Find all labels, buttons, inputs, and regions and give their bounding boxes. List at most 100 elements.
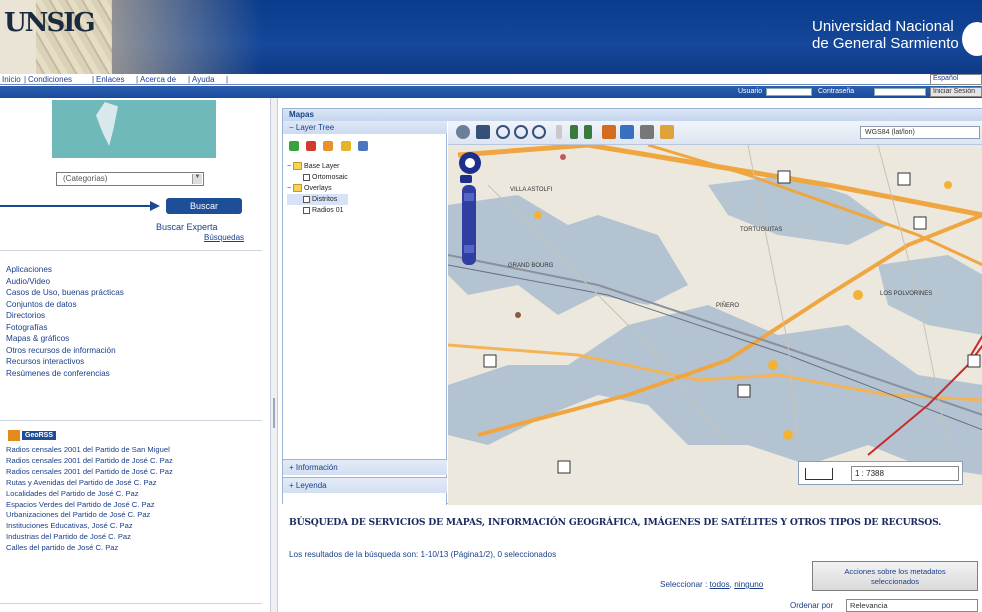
folder-icon [293,184,303,193]
minimap-land [96,102,118,146]
username-input[interactable] [766,88,812,96]
nav-sep: | [188,75,191,84]
nav-item-acerca[interactable]: Acerca de [140,75,176,84]
panel-splitter[interactable] [270,98,278,612]
measure-icon[interactable] [620,125,634,139]
layer-tree-title: Layer Tree [295,123,335,132]
splitter-handle[interactable] [273,398,275,428]
category-link[interactable]: Recursos interactivos [6,356,124,368]
nav-item-condiciones[interactable]: Condiciones [28,75,72,84]
language-select[interactable]: Español [930,74,982,85]
map-viewport[interactable]: WGS84 (lat/lon) VILLA ASTOLFI TORTUGUITA… [448,121,982,505]
region-minimap[interactable] [52,100,216,158]
remove-layer-icon[interactable] [306,141,317,151]
info-tab-label: Información [295,463,338,472]
export-icon[interactable] [660,125,674,139]
tree-node-ortho[interactable]: Ortomosaic [287,172,348,183]
georss-badge[interactable]: GeoRSS [8,430,57,442]
resource-link[interactable]: Localidades del Partido de José C. Paz [6,489,173,500]
zoom-box-icon[interactable] [532,125,546,139]
layer-properties-icon[interactable] [323,141,334,151]
site-header: UNSIG Universidad Nacional de General Sa… [0,0,982,74]
metadata-actions-line-1: Acciones sobre los metadatos [844,567,946,576]
map-label: VILLA ASTOLFI [510,187,553,193]
resource-link[interactable]: Urbanizaciones del Partido de José C. Pa… [6,510,173,521]
order-label: Ordenar por [790,601,834,610]
maps-panel: Mapas − Layer Tree − Base Layer Ortomosa… [282,108,982,505]
order-select[interactable]: Relevancia [846,599,978,612]
nav-sep: | [226,75,229,84]
category-link[interactable]: Mapas & gráficos [6,333,124,345]
identify-icon[interactable] [602,125,616,139]
category-list: Aplicaciones Audio/Video Casos de Uso, b… [6,264,124,379]
divider [0,603,262,604]
layer-info-icon[interactable] [340,141,351,151]
add-layer-icon[interactable] [289,141,299,151]
category-link[interactable]: Casos de Uso, buenas prácticas [6,287,124,299]
nav-item-ayuda[interactable]: Ayuda [192,75,215,84]
resource-link[interactable]: Radios censales 2001 del Partido de San … [6,445,173,456]
category-link[interactable]: Audio/Video [6,276,124,288]
back-icon[interactable] [570,125,578,139]
checkbox-icon[interactable] [303,195,310,203]
category-link[interactable]: Resúmenes de conferencias [6,368,124,380]
legend-tab[interactable]: + Leyenda [283,477,447,493]
save-icon[interactable] [476,125,490,139]
nav-item-inicio[interactable]: Inicio [2,75,21,84]
forward-icon[interactable] [584,125,592,139]
checkbox-icon[interactable] [303,206,310,214]
resource-link[interactable]: Instituciones Educativas, José C. Paz [6,521,173,532]
password-input[interactable] [874,88,926,96]
zoom-out-icon[interactable] [514,125,528,139]
layer-order-icon[interactable] [357,141,368,151]
category-link[interactable]: Fotografías [6,322,124,334]
left-sidebar: (Categorías) ▼ Buscar Buscar Experta Bús… [0,98,270,612]
category-link[interactable]: Otros recursos de información [6,345,124,357]
projection-select[interactable]: WGS84 (lat/lon) [860,126,980,139]
search-button[interactable]: Buscar [166,198,242,214]
zoom-slider[interactable] [462,185,476,265]
map-label: LOS POLVORINES [880,291,932,297]
tree-node-overlay-1[interactable]: Distritos [287,194,348,205]
print-icon[interactable] [640,125,654,139]
full-extent-icon[interactable] [456,125,470,139]
layer-tree-header[interactable]: − Layer Tree [283,121,447,134]
resource-link[interactable]: Calles del partido de José C. Paz [6,543,173,554]
university-line-2: de General Sarmiento [812,35,959,52]
category-link[interactable]: Conjuntos de datos [6,299,124,311]
resource-link[interactable]: Radios censales 2001 del Partido de José… [6,467,173,478]
resource-link[interactable]: Espacios Verdes del Partido de José C. P… [6,500,173,511]
map-canvas[interactable]: VILLA ASTOLFI TORTUGUITAS LOS POLVORINES… [448,145,982,505]
category-link[interactable]: Aplicaciones [6,264,124,276]
layer-tools [289,141,372,155]
radio-icon[interactable] [303,173,310,181]
select-none-link[interactable]: ninguno [734,580,763,589]
top-nav: Inicio | Condiciones | Enlaces | Acerca … [0,74,982,85]
tree-label: Radios 01 [312,207,344,214]
scale-input[interactable]: 1 : 7388 [851,466,959,481]
site-logo[interactable]: UNSIG [0,0,112,74]
category-select[interactable]: (Categorías) ▼ [56,172,204,186]
tree-node-overlays[interactable]: − Overlays [287,183,348,194]
select-all-link[interactable]: todos [710,580,730,589]
resource-link[interactable]: Industrias del Partido de José C. Paz [6,532,173,543]
folder-icon [293,162,303,171]
zoom-in-icon[interactable] [496,125,510,139]
login-button[interactable]: Iniciar Sesión [930,87,982,97]
search-help-link[interactable]: Búsquedas [204,233,244,242]
results-title: BÚSQUEDA DE SERVICIOS DE MAPAS, INFORMAC… [289,517,942,528]
scale-bar-graphic [805,468,833,480]
nav-item-enlaces[interactable]: Enlaces [96,75,124,84]
advanced-search-link[interactable]: Buscar Experta [156,222,218,232]
metadata-actions-button[interactable]: Acciones sobre los metadatos seleccionad… [812,561,978,591]
tree-node-overlay-2[interactable]: Radios 01 [287,205,348,216]
resource-link[interactable]: Rutas y Avenidas del Partido de José C. … [6,478,173,489]
pan-icon[interactable] [556,125,562,139]
tree-node-base[interactable]: − Base Layer [287,161,348,172]
university-name: Universidad Nacional de General Sarmient… [812,18,959,52]
category-link[interactable]: Directorios [6,310,124,322]
category-select-value: (Categorías) [63,174,108,183]
info-tab[interactable]: + Información [283,459,447,475]
resource-link[interactable]: Radios censales 2001 del Partido de José… [6,456,173,467]
header-map-fade [112,0,262,74]
